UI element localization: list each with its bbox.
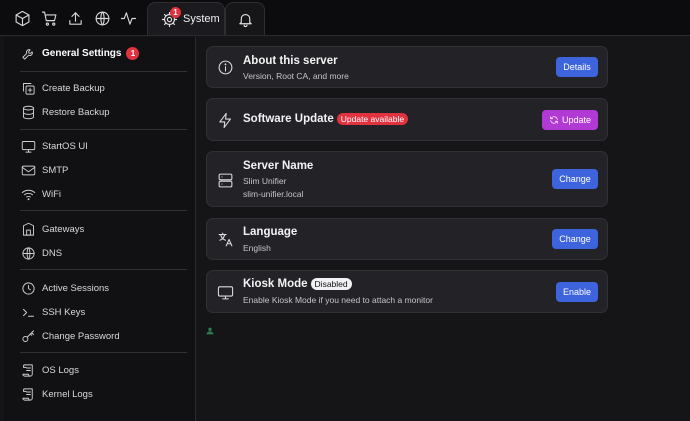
cart-icon[interactable] — [38, 7, 60, 29]
sidebar-item-wifi[interactable]: WiFi — [20, 184, 61, 204]
terminal-icon — [20, 304, 36, 320]
card-language[interactable]: Language English Change — [206, 218, 608, 260]
sidebar-item-ssh-keys[interactable]: SSH Keys — [20, 302, 85, 322]
change-language-button[interactable]: Change — [552, 229, 598, 249]
card-subtitle: Enable Kiosk Mode if you need to attach … — [243, 295, 433, 305]
tab-label: System — [183, 13, 220, 25]
sidebar-item-gateways[interactable]: Gateways — [20, 219, 84, 239]
update-button[interactable]: Update — [542, 110, 598, 130]
sidebar-item-os-logs[interactable]: OS Logs — [20, 360, 79, 380]
sidebar-item-startos-ui[interactable]: StartOS UI — [20, 136, 88, 156]
scroll-icon — [20, 362, 36, 378]
zap-icon — [217, 112, 234, 129]
server-hostname-value: slim-unifier.local — [243, 189, 304, 199]
clock-icon — [20, 280, 36, 296]
divider — [20, 71, 187, 72]
server-name-value: Slim Unifier — [243, 176, 287, 186]
sidebar: General Settings 1 Create Backup Restore… — [4, 37, 196, 421]
bell-icon — [237, 11, 254, 28]
card-software-update[interactable]: Software Update Update available Update — [206, 98, 608, 141]
sidebar-badge: 1 — [126, 46, 140, 60]
enable-kiosk-button[interactable]: Enable — [556, 282, 598, 302]
language-value: English — [243, 243, 271, 253]
activity-icon[interactable] — [117, 7, 139, 29]
monitor-icon — [217, 284, 234, 301]
tab-system[interactable]: 1 System — [147, 2, 225, 36]
notification-badge: 1 — [170, 7, 181, 18]
sidebar-item-dns[interactable]: DNS — [20, 243, 62, 263]
tab-notifications[interactable] — [225, 2, 265, 36]
server-icon — [217, 172, 234, 189]
disabled-badge: Disabled — [310, 278, 352, 290]
sidebar-item-general-settings[interactable]: General Settings 1 — [20, 43, 140, 63]
card-subtitle: Version, Root CA, and more — [243, 71, 349, 81]
refresh-icon — [550, 116, 558, 124]
translate-icon — [217, 231, 234, 248]
globe-icon[interactable] — [91, 7, 113, 29]
card-server-name[interactable]: Server Name Slim Unifier slim-unifier.lo… — [206, 151, 608, 207]
sidebar-item-kernel-logs[interactable]: Kernel Logs — [20, 384, 93, 404]
gateway-icon — [20, 221, 36, 237]
database-icon — [20, 104, 36, 120]
sidebar-item-smtp[interactable]: SMTP — [20, 160, 68, 180]
box-icon[interactable] — [11, 7, 33, 29]
user-icon — [206, 322, 214, 335]
divider — [20, 352, 187, 353]
sidebar-item-active-sessions[interactable]: Active Sessions — [20, 278, 109, 298]
card-title: Server Name — [243, 160, 314, 172]
mail-icon — [20, 162, 36, 178]
divider — [20, 129, 187, 130]
monitor-icon — [20, 138, 36, 154]
card-title: Language — [243, 226, 298, 238]
top-bar: 1 System — [0, 0, 690, 36]
update-available-badge: Update available — [336, 113, 409, 125]
scroll-icon — [20, 386, 36, 402]
card-title: Kiosk Mode Disabled — [243, 278, 352, 290]
sidebar-item-create-backup[interactable]: Create Backup — [20, 78, 105, 98]
info-icon — [217, 59, 234, 76]
divider — [20, 269, 187, 270]
globe-icon — [20, 245, 36, 261]
sidebar-item-change-password[interactable]: Change Password — [20, 326, 120, 346]
details-button[interactable]: Details — [556, 57, 598, 77]
wrench-icon — [20, 45, 36, 61]
wifi-icon — [20, 186, 36, 202]
card-title: Software Update Update available — [243, 113, 409, 125]
change-name-button[interactable]: Change — [552, 169, 598, 189]
card-kiosk-mode[interactable]: Kiosk Mode Disabled Enable Kiosk Mode if… — [206, 270, 608, 313]
card-title: About this server — [243, 55, 338, 67]
key-icon — [20, 328, 36, 344]
upload-icon[interactable] — [64, 7, 86, 29]
divider — [20, 210, 187, 211]
sidebar-item-restore-backup[interactable]: Restore Backup — [20, 102, 110, 122]
copy-plus-icon — [20, 80, 36, 96]
card-about-server[interactable]: About this server Version, Root CA, and … — [206, 46, 608, 88]
